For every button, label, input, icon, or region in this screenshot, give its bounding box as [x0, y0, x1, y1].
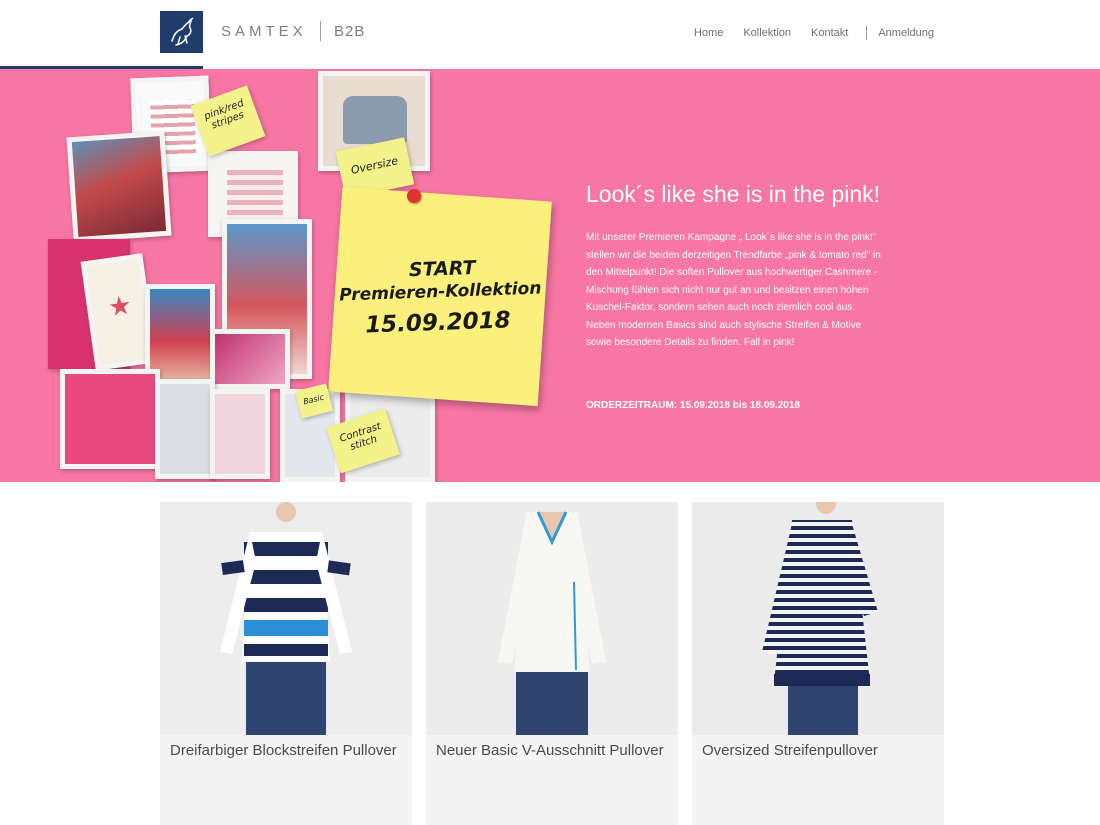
brand-suffix: B2B: [334, 23, 366, 40]
order-period: ORDERZEITRAUM: 15.09.2018 bis 18.09.2018: [586, 399, 800, 411]
nav-kollektion[interactable]: Kollektion: [743, 27, 791, 39]
product-title[interactable]: Dreifarbiger Blockstreifen Pullover: [170, 740, 402, 762]
product-title[interactable]: Oversized Streifenpullover: [702, 740, 934, 762]
product-card[interactable]: Neuer Basic V-Ausschnitt Pullover: [426, 502, 678, 825]
product-image-vneck[interactable]: [426, 502, 678, 735]
product-card[interactable]: Dreifarbiger Blockstreifen Pullover: [160, 502, 412, 825]
red-pin-icon: [407, 189, 421, 203]
fashion-photo-red: [66, 130, 172, 243]
brand-divider: [320, 21, 321, 41]
product-image-blockstripe[interactable]: [160, 502, 412, 735]
red-knit-image: [60, 369, 160, 469]
main-nav: Home Kollektion Kontakt Anmeldung: [674, 26, 934, 40]
site-header: SAMTEX B2B Home Kollektion Kontakt Anmel…: [0, 0, 1100, 70]
model-grey-image: [155, 379, 215, 479]
nav-anmeldung[interactable]: Anmeldung: [878, 27, 934, 39]
hero-text-block: Look´s like she is in the pink! Mit unse…: [586, 179, 886, 411]
lips-closeup-image: [210, 329, 290, 389]
nav-home[interactable]: Home: [694, 27, 723, 39]
nav-kontakt[interactable]: Kontakt: [811, 27, 848, 39]
product-title[interactable]: Neuer Basic V-Ausschnitt Pullover: [436, 740, 668, 762]
horse-logo-icon[interactable]: [160, 11, 203, 53]
brand-name[interactable]: SAMTEX: [221, 23, 307, 40]
hero-title: Look´s like she is in the pink!: [586, 181, 881, 207]
premiere-sticky-note: START Premieren-Kollektion 15.09.2018: [328, 186, 552, 407]
product-image-oversized-stripe[interactable]: [692, 502, 944, 735]
nav-divider: [866, 26, 868, 40]
hero-description: Mit unserer Premieren Kampagne „ Look´s …: [586, 232, 881, 348]
model-pink-image: [210, 389, 270, 479]
moodboard-collage: ★ pink/red stripes Oversize START Premie…: [48, 69, 552, 482]
product-grid: Dreifarbiger Blockstreifen Pullover Neue…: [160, 502, 944, 825]
product-card[interactable]: Oversized Streifenpullover: [692, 502, 944, 825]
hero-banner: ★ pink/red stripes Oversize START Premie…: [0, 69, 1100, 482]
